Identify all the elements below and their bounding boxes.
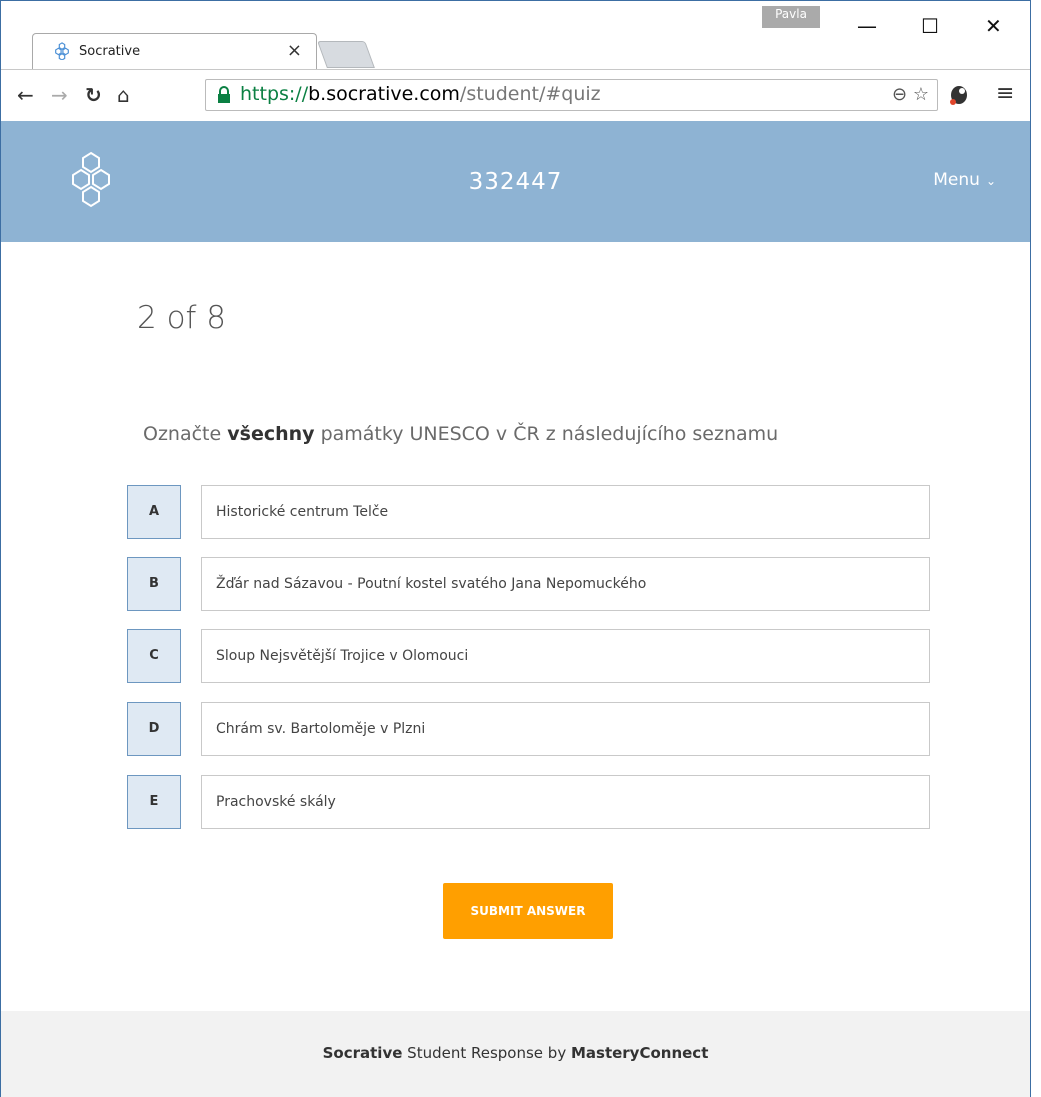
answer-option[interactable]: A Historické centrum Telče <box>127 485 930 539</box>
answer-option[interactable]: B Žďár nad Sázavou - Poutní kostel svaté… <box>127 557 930 611</box>
question-text: Označte všechny památky UNESCO v ČR z ná… <box>143 423 779 445</box>
extension-icon[interactable] <box>947 83 971 107</box>
option-text[interactable]: Sloup Nejsvětější Trojice v Olomouci <box>201 629 930 683</box>
profile-badge[interactable]: Pavla <box>762 6 820 28</box>
option-text[interactable]: Prachovské skály <box>201 775 930 829</box>
browser-tab[interactable]: Socrative × <box>32 33 317 69</box>
back-arrow-icon[interactable]: ← <box>17 83 34 107</box>
option-text[interactable]: Chrám sv. Bartoloměje v Plzni <box>201 702 930 756</box>
footer-text: Socrative Student Response by MasteryCon… <box>322 1044 709 1062</box>
zoom-and-bookmark-icons[interactable]: ⊖ ☆ <box>892 84 929 105</box>
option-letter[interactable]: A <box>127 485 181 539</box>
lock-icon <box>218 86 230 103</box>
room-name: 332447 <box>468 169 563 195</box>
answer-option[interactable]: D Chrám sv. Bartoloměje v Plzni <box>127 702 930 756</box>
browser-toolbar: ← → ↻ ⌂ https://b.socrative.com/student/… <box>1 69 1030 121</box>
menu-button[interactable]: Menu ⌄ <box>933 170 996 190</box>
browser-window: Socrative × Pavla — ☐ ✕ ← → ↻ ⌂ https://… <box>0 0 1041 1097</box>
option-letter[interactable]: D <box>127 702 181 756</box>
title-bar: Socrative × Pavla — ☐ ✕ <box>0 0 1031 70</box>
socrative-favicon-icon <box>55 42 69 60</box>
address-bar[interactable]: https://b.socrative.com/student/#quiz ⊖ … <box>205 79 938 111</box>
chevron-down-icon: ⌄ <box>985 174 996 188</box>
maximize-icon[interactable]: ☐ <box>921 14 939 38</box>
answer-option[interactable]: C Sloup Nejsvětější Trojice v Olomouci <box>127 629 930 683</box>
submit-answer-button[interactable]: SUBMIT ANSWER <box>443 883 613 939</box>
url-text: https://b.socrative.com/student/#quiz <box>240 83 601 105</box>
reload-icon[interactable]: ↻ <box>85 83 102 107</box>
option-letter[interactable]: E <box>127 775 181 829</box>
close-window-icon[interactable]: ✕ <box>985 14 1002 38</box>
bookmark-star-icon[interactable]: ☆ <box>913 84 929 105</box>
tab-close-icon[interactable]: × <box>287 40 302 61</box>
option-letter[interactable]: C <box>127 629 181 683</box>
option-letter[interactable]: B <box>127 557 181 611</box>
menu-label: Menu <box>933 170 980 190</box>
footer: Socrative Student Response by MasteryCon… <box>1 1011 1030 1097</box>
option-text[interactable]: Žďár nad Sázavou - Poutní kostel svatého… <box>201 557 930 611</box>
chrome-menu-icon[interactable]: ≡ <box>996 81 1014 106</box>
question-progress: 2 of 8 <box>137 300 227 336</box>
zoom-icon[interactable]: ⊖ <box>892 84 907 105</box>
minimize-icon[interactable]: — <box>857 14 877 38</box>
tab-title: Socrative <box>79 44 141 59</box>
new-tab-button[interactable] <box>317 41 375 68</box>
app-header: 332447 Menu ⌄ <box>1 121 1030 242</box>
answer-option[interactable]: E Prachovské skály <box>127 775 930 829</box>
home-icon[interactable]: ⌂ <box>117 83 130 107</box>
option-text[interactable]: Historické centrum Telče <box>201 485 930 539</box>
forward-arrow-icon[interactable]: → <box>51 83 68 107</box>
